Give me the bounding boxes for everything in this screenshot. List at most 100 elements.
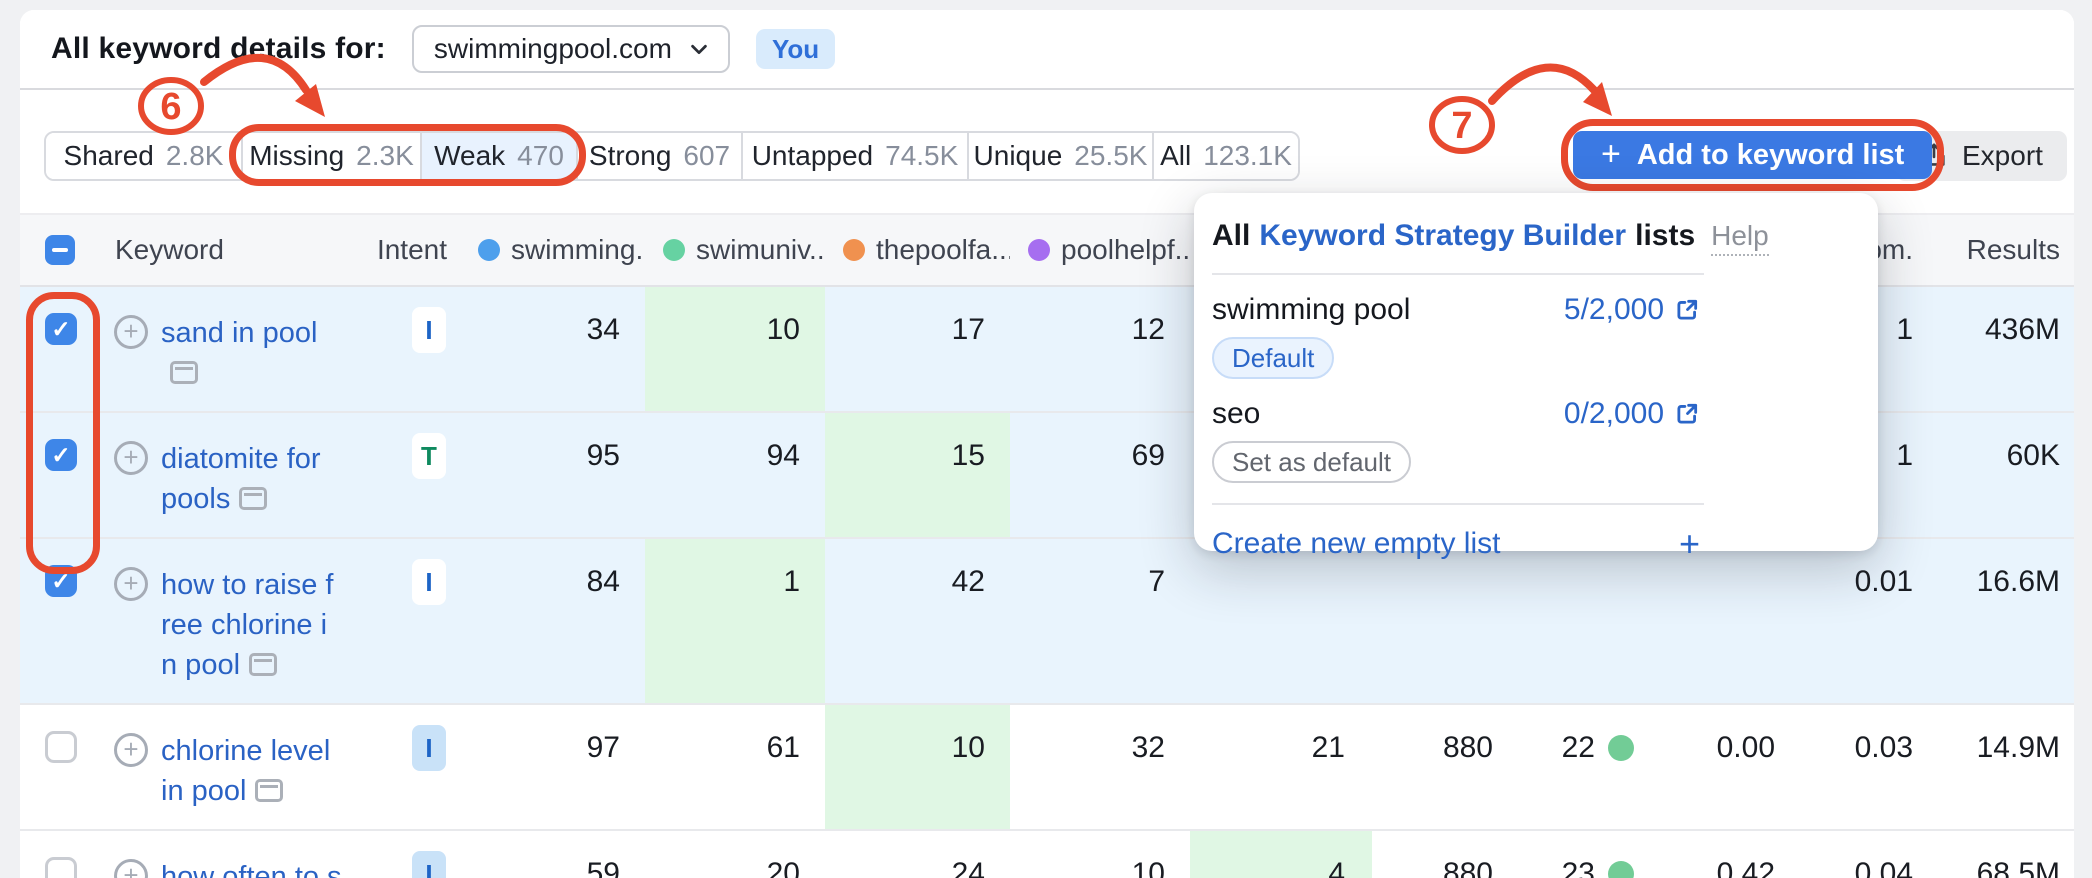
table-row: how often to shock pool I 59 20 24 10 4 … <box>20 831 2074 878</box>
filter-tab-shared[interactable]: Shared 2.8K <box>46 133 243 179</box>
serp-features-icon <box>239 487 267 510</box>
intent-badge: I <box>412 307 446 353</box>
row-checkbox[interactable] <box>45 731 77 763</box>
competitive-density-cell: 0.04 <box>1800 831 1930 878</box>
list-name: swimming pool <box>1212 293 1410 327</box>
keyword-link[interactable]: diatomite for pools <box>161 439 343 519</box>
filter-tab-missing[interactable]: Missing 2.3K <box>243 133 422 179</box>
domain-selector-dropdown[interactable]: swimmingpool.com <box>412 25 730 73</box>
competitor-4-position: 32 <box>1010 705 1190 829</box>
intent-cell: I <box>380 831 460 878</box>
export-button-label: Export <box>1962 140 2043 172</box>
intent-badge: I <box>412 725 446 771</box>
competitor-2-position: 94 <box>645 413 825 537</box>
competitor-5-position: 21 <box>1190 705 1372 829</box>
column-header-results[interactable]: Results <box>1930 215 2074 285</box>
competitor-dot-icon <box>1028 239 1050 261</box>
add-keyword-icon[interactable] <box>114 315 148 349</box>
keyword-link[interactable]: sand in pool <box>161 313 343 393</box>
keyword-filter-tabs: Shared 2.8K Missing 2.3K Weak 470 Strong… <box>44 131 1300 181</box>
row-select-cell <box>20 287 100 411</box>
row-checkbox[interactable] <box>45 313 77 345</box>
keyword-link[interactable]: how often to shock pool <box>161 857 343 878</box>
create-new-list-button[interactable]: Create new empty list + <box>1212 523 1700 565</box>
add-to-keyword-list-button[interactable]: + Add to keyword list <box>1573 131 1932 179</box>
add-keyword-icon[interactable] <box>114 859 148 878</box>
row-checkbox[interactable] <box>45 565 77 597</box>
competitor-4-position: 69 <box>1010 413 1190 537</box>
row-checkbox[interactable] <box>45 857 77 878</box>
results-cell: 68.5M <box>1930 831 2074 878</box>
chevron-down-icon <box>688 38 710 60</box>
competitor-3-position: 42 <box>825 539 1010 703</box>
intent-badge: I <box>412 559 446 605</box>
external-link-icon <box>1674 297 1700 323</box>
title-bar: All keyword details for: swimmingpool.co… <box>20 10 2074 90</box>
list-usage-link[interactable]: 5/2,000 <box>1564 293 1700 327</box>
keyword-link[interactable]: chlorine level in pool <box>161 731 343 811</box>
list-usage-link[interactable]: 0/2,000 <box>1564 397 1700 431</box>
results-cell: 14.9M <box>1930 705 2074 829</box>
competitor-1-position: 84 <box>460 539 645 703</box>
competitive-density-cell: 0.01 <box>1800 539 1930 703</box>
you-badge[interactable]: You <box>756 29 835 69</box>
intent-cell: I <box>380 539 460 703</box>
popup-divider <box>1212 273 1704 275</box>
select-all-cell <box>20 215 100 285</box>
results-cell: 16.6M <box>1930 539 2074 703</box>
keyword-cell: chlorine level in pool <box>100 705 380 829</box>
set-as-default-button[interactable]: Set as default <box>1212 441 1411 483</box>
competitor-1-position: 95 <box>460 413 645 537</box>
keyword-link[interactable]: how to raise free chlorine in pool <box>161 565 343 685</box>
results-cell: 60K <box>1930 413 2074 537</box>
list-item: swimming pool 5/2,000 Default <box>1212 293 1700 379</box>
plus-icon: + <box>1679 523 1700 565</box>
column-header-competitor-2[interactable]: swimuniv... <box>645 215 825 285</box>
competitor-3-position: 24 <box>825 831 1010 878</box>
domain-selector-value: swimmingpool.com <box>434 33 672 65</box>
default-badge: Default <box>1212 337 1334 379</box>
column-header-competitor-3[interactable]: thepoolfa... <box>825 215 1010 285</box>
add-button-label: Add to keyword list <box>1637 139 1904 172</box>
intent-cell: I <box>380 705 460 829</box>
kd-cell: 22 <box>1512 705 1665 829</box>
column-header-intent[interactable]: Intent <box>380 215 460 285</box>
competitor-3-position: 10 <box>825 705 1010 829</box>
row-checkbox[interactable] <box>45 439 77 471</box>
intent-badge: I <box>412 851 446 878</box>
add-button-annotation-outline: + Add to keyword list <box>1561 119 1944 191</box>
intent-cell: T <box>380 413 460 537</box>
filter-tab-all[interactable]: All 123.1K <box>1154 133 1298 179</box>
filter-tab-unique[interactable]: Unique 25.5K <box>969 133 1154 179</box>
filter-tab-strong[interactable]: Strong 607 <box>578 133 743 179</box>
competitor-2-position: 20 <box>645 831 825 878</box>
row-select-cell <box>20 539 100 703</box>
filter-tab-untapped[interactable]: Untapped 74.5K <box>743 133 969 179</box>
column-header-competitor-1[interactable]: swimming... <box>460 215 645 285</box>
column-header-competitor-4[interactable]: poolhelpf... <box>1010 215 1190 285</box>
row-select-cell <box>20 831 100 878</box>
external-link-icon <box>1674 401 1700 427</box>
competitor-dot-icon <box>843 239 865 261</box>
add-keyword-icon[interactable] <box>114 441 148 475</box>
page-title: All keyword details for: <box>51 32 386 66</box>
add-keyword-icon[interactable] <box>114 567 148 601</box>
keyword-cell: how often to shock pool <box>100 831 380 878</box>
competitor-2-position: 10 <box>645 287 825 411</box>
keyword-strategy-builder-link[interactable]: Keyword Strategy Builder <box>1259 219 1626 253</box>
competitor-1-position: 34 <box>460 287 645 411</box>
competitor-dot-icon <box>663 239 685 261</box>
list-item: seo 0/2,000 Set as default <box>1212 397 1700 483</box>
filter-tab-weak[interactable]: Weak 470 <box>422 133 578 179</box>
column-header-keyword[interactable]: Keyword <box>100 215 380 285</box>
serp-features-icon <box>170 361 198 384</box>
competitor-1-position: 97 <box>460 705 645 829</box>
keyword-cell: sand in pool <box>100 287 380 411</box>
competitor-2-position: 61 <box>645 705 825 829</box>
add-keyword-icon[interactable] <box>114 733 148 767</box>
cpc-cell: 0.00 <box>1665 705 1800 829</box>
intent-cell: I <box>380 287 460 411</box>
popup-divider <box>1212 503 1704 505</box>
help-link[interactable]: Help <box>1711 220 1769 256</box>
select-all-checkbox[interactable] <box>45 235 75 265</box>
